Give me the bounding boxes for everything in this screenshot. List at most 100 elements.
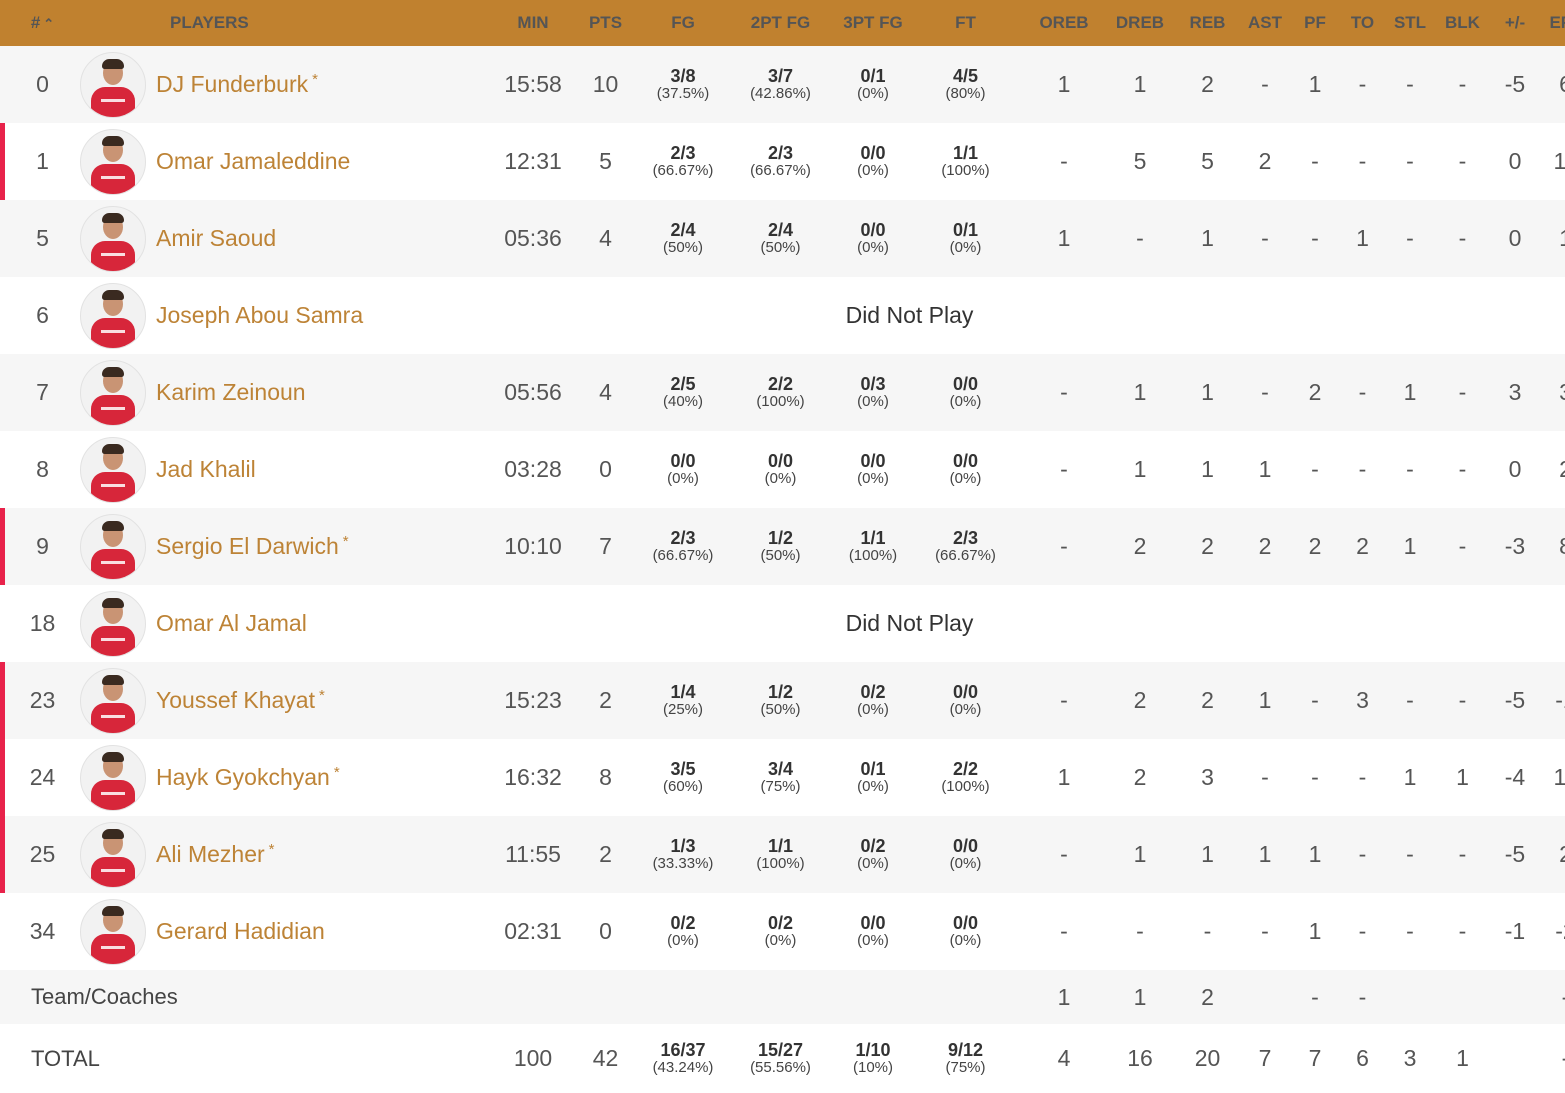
- player-avatar[interactable]: [80, 821, 146, 888]
- stat-blk: -: [1458, 225, 1467, 251]
- stat-oreb: -: [1060, 533, 1068, 559]
- player-name-link[interactable]: Omar Jamaleddine: [156, 148, 350, 174]
- col-pts-header[interactable]: PTS: [568, 13, 643, 33]
- chevron-up-icon: ⌃: [43, 16, 55, 31]
- col-reb-header[interactable]: REB: [1175, 13, 1240, 33]
- player-avatar[interactable]: [80, 898, 146, 965]
- stat-dreb: 1: [1133, 841, 1147, 867]
- stat-fg3: 0/1 (0%): [857, 66, 889, 103]
- stat-blk: -: [1458, 456, 1467, 482]
- stat-dreb: 1: [1133, 71, 1147, 97]
- player-avatar[interactable]: [80, 205, 146, 272]
- player-name-link[interactable]: Joseph Abou Samra: [156, 302, 363, 328]
- stat-reb: 5: [1201, 148, 1214, 174]
- stat-dreb: 2: [1133, 764, 1147, 790]
- player-name-link[interactable]: Youssef Khayat: [156, 687, 315, 713]
- stat-pf: 1: [1308, 71, 1322, 97]
- player-avatar[interactable]: [80, 513, 146, 580]
- player-number: 0: [36, 71, 49, 97]
- stat-fg: 1/3 (33.33%): [652, 836, 714, 873]
- stat-fg3: 1/1 (100%): [848, 528, 898, 565]
- total-3pt: 1/10 (10%): [852, 1040, 893, 1077]
- player-avatar[interactable]: [80, 667, 146, 734]
- col-plusminus-header[interactable]: +/-: [1490, 13, 1540, 33]
- stat-pm: 0: [1508, 225, 1522, 251]
- player-avatar[interactable]: [80, 436, 146, 503]
- stat-min: 05:56: [504, 379, 562, 405]
- player-number: 1: [36, 148, 49, 174]
- stat-fg: 2/3 (66.67%): [652, 143, 714, 180]
- stat-oreb: -: [1060, 148, 1068, 174]
- player-avatar[interactable]: [80, 282, 146, 349]
- player-name-link[interactable]: Jad Khalil: [156, 456, 256, 482]
- stat-fg3: 0/0 (0%): [857, 220, 889, 257]
- stat-stl: -: [1406, 225, 1414, 251]
- col-players-header[interactable]: PLAYERS: [148, 13, 498, 33]
- total-ft: 9/12 (75%): [945, 1040, 986, 1077]
- stat-pts: 2: [599, 687, 612, 713]
- stat-reb: 1: [1201, 379, 1214, 405]
- table-row: 6 Joseph Abou Samra Did Not Play: [0, 277, 1565, 354]
- col-2pt-header[interactable]: 2PT FG: [723, 13, 838, 33]
- col-pf-header[interactable]: PF: [1290, 13, 1340, 33]
- stat-to: -: [1358, 71, 1367, 97]
- stat-dreb: 2: [1133, 687, 1147, 713]
- col-dreb-header[interactable]: DREB: [1105, 13, 1175, 33]
- total-ast: 7: [1258, 1045, 1272, 1071]
- table-row: 18 Omar Al Jamal Did Not Play: [0, 585, 1565, 662]
- table-row: 8 Jad Khalil 03:28 0 0/0 (0%) 0/0 (0%) 0/0 (0%) 0/…: [0, 431, 1565, 508]
- stat-pf: 2: [1308, 533, 1322, 559]
- table-row: 23 Youssef Khayat * 15:23 2 1/4 (25%) 1/2 (50%) 0…: [0, 662, 1565, 739]
- stat-ft: 2/2 (100%): [941, 759, 990, 796]
- team-eff: -: [1540, 984, 1565, 1011]
- stat-min: 10:10: [504, 533, 562, 559]
- team-oreb: 1: [1057, 983, 1071, 1010]
- col-fg-header[interactable]: FG: [643, 13, 723, 33]
- player-name-link[interactable]: Sergio El Darwich: [156, 533, 339, 559]
- starter-marker: *: [319, 687, 325, 704]
- col-min-header[interactable]: MIN: [498, 13, 568, 33]
- player-avatar[interactable]: [80, 359, 146, 426]
- player-name-link[interactable]: Hayk Gyokchyan: [156, 764, 330, 790]
- player-avatar[interactable]: [80, 51, 146, 118]
- player-number: 8: [36, 456, 49, 482]
- stat-ft: 0/1 (0%): [949, 220, 982, 257]
- stat-ast: -: [1261, 71, 1269, 97]
- stat-ft: 0/0 (0%): [949, 682, 982, 719]
- col-number-header[interactable]: # ⌃: [5, 13, 80, 33]
- col-to-header[interactable]: TO: [1340, 13, 1385, 33]
- player-name-link[interactable]: Karim Zeinoun: [156, 379, 306, 405]
- stat-ft: 0/0 (0%): [949, 451, 982, 488]
- player-number: 9: [36, 533, 49, 559]
- stat-pts: 2: [599, 841, 612, 867]
- stat-reb: 2: [1201, 71, 1214, 97]
- stat-dreb: -: [1136, 225, 1144, 251]
- col-ft-header[interactable]: FT: [908, 13, 1023, 33]
- col-blk-header[interactable]: BLK: [1435, 13, 1490, 33]
- player-avatar[interactable]: [80, 128, 146, 195]
- player-avatar[interactable]: [80, 590, 146, 657]
- stat-fg: 2/5 (40%): [662, 374, 703, 411]
- col-3pt-header[interactable]: 3PT FG: [838, 13, 908, 33]
- player-number: 34: [29, 918, 56, 944]
- col-ast-header[interactable]: AST: [1240, 13, 1290, 33]
- table-row: 5 Amir Saoud 05:36 4 2/4 (50%) 2/4 (50%) 0/0 (0%)…: [0, 200, 1565, 277]
- col-oreb-header[interactable]: OREB: [1023, 13, 1105, 33]
- col-stl-header[interactable]: STL: [1385, 13, 1435, 33]
- player-avatar[interactable]: [80, 744, 146, 811]
- stat-dreb: 1: [1133, 379, 1147, 405]
- stat-fg3: 0/2 (0%): [857, 836, 889, 873]
- stat-fg3: 0/0 (0%): [857, 913, 889, 950]
- player-name-link[interactable]: DJ Funderburk: [156, 71, 308, 97]
- stat-reb: 1: [1201, 456, 1214, 482]
- player-name-link[interactable]: Ali Mezher: [156, 841, 265, 867]
- stat-fg: 0/2 (0%): [667, 913, 699, 950]
- player-name-link[interactable]: Amir Saoud: [156, 225, 276, 251]
- stat-eff: 1: [1540, 225, 1565, 252]
- player-name-link[interactable]: Gerard Hadidian: [156, 918, 325, 944]
- col-eff-header[interactable]: EFF: [1540, 13, 1565, 33]
- stat-pts: 0: [599, 918, 612, 944]
- stat-pf: -: [1311, 225, 1319, 251]
- stat-fg: 3/5 (60%): [662, 759, 703, 796]
- player-name-link[interactable]: Omar Al Jamal: [156, 610, 307, 636]
